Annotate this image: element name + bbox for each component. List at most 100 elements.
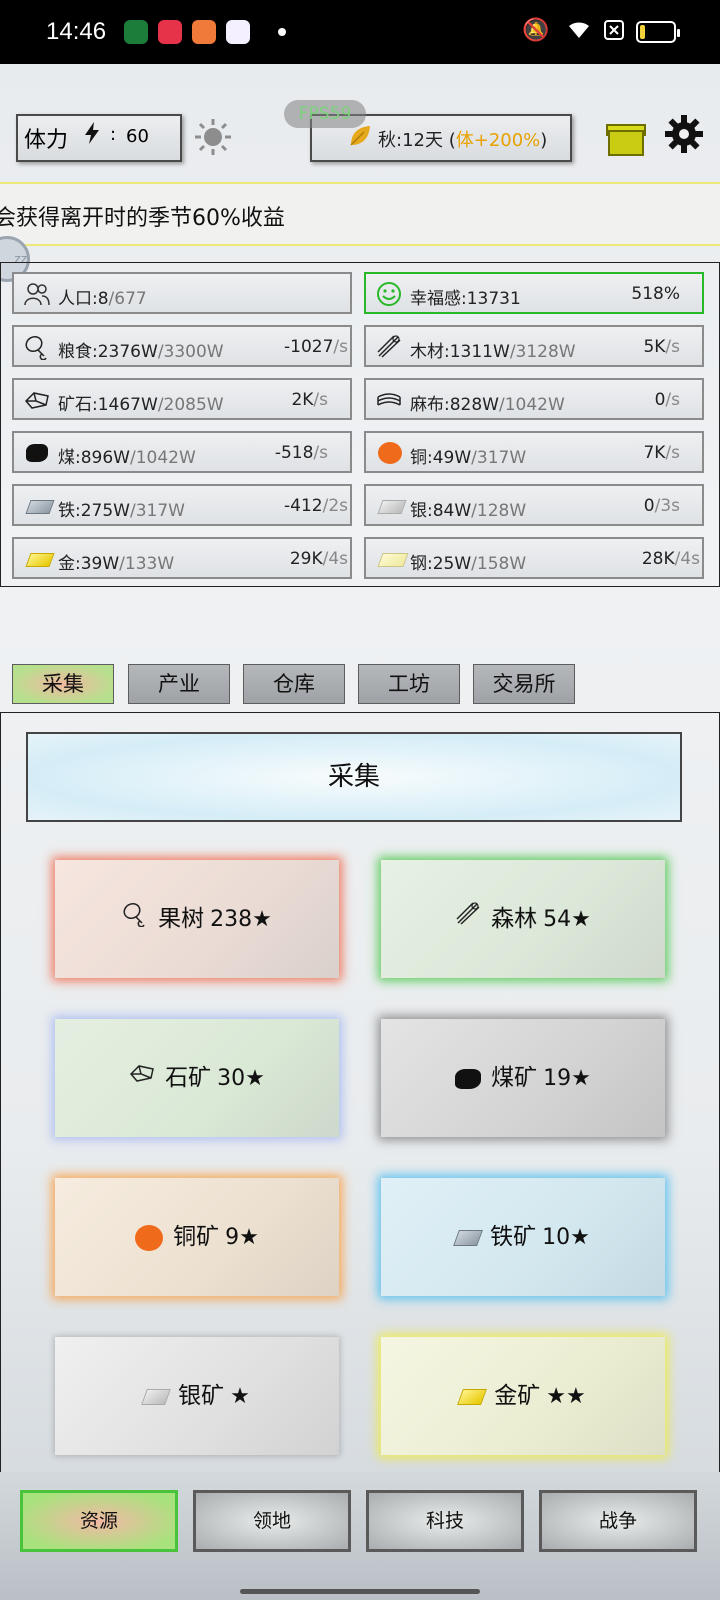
iron-icon <box>25 500 55 514</box>
resource-cap: /317W <box>129 501 185 521</box>
resource-name: 铜:49W <box>410 448 472 468</box>
gold-icon <box>457 1388 488 1405</box>
tile-label: 银矿 <box>178 1383 225 1409</box>
resource-steel[interactable]: 钢:25W/158W 28K/4s <box>364 537 704 579</box>
sim-off-icon <box>604 20 624 46</box>
settings-gear-icon[interactable] <box>664 114 704 164</box>
coal-icon <box>455 1068 482 1089</box>
notification-dot-icon <box>278 28 286 36</box>
resource-unit: /2s <box>322 496 348 516</box>
iron-icon <box>453 1229 484 1246</box>
resource-cap: /1042W <box>498 395 565 415</box>
season-text: 秋:12天 (体+200%) <box>378 126 547 152</box>
silver-icon <box>141 1388 172 1405</box>
resource-rate: 0 <box>643 496 655 516</box>
resource-name: 煤:896W <box>58 448 130 468</box>
nav-resources[interactable]: 资源 <box>20 1490 178 1552</box>
tile-label: 煤矿 <box>491 1065 538 1091</box>
season-bonus: 体+200% <box>455 130 541 151</box>
resource-food[interactable]: 粮食:2376W/3300W -1027/s <box>12 325 352 367</box>
resource-happiness[interactable]: 幸福感:13731 518% <box>364 272 704 314</box>
resource-copper[interactable]: 铜:49W/317W 7K/s <box>364 431 704 473</box>
gallery-app-icon <box>226 20 250 44</box>
leaf-icon <box>348 124 372 154</box>
tile-stars: 19★ <box>543 1066 591 1091</box>
tile-label: 果树 <box>158 906 205 932</box>
wood-icon <box>376 334 402 360</box>
resource-unit: /s <box>665 337 680 357</box>
nav-technology[interactable]: 科技 <box>366 1490 524 1552</box>
tile-coal-mine[interactable]: 煤矿 19★ <box>381 1019 665 1137</box>
tile-label: 铜矿 <box>173 1224 220 1250</box>
nav-war[interactable]: 战争 <box>539 1490 697 1552</box>
resource-rate: 29K <box>289 549 323 569</box>
resource-cap: /3300W <box>157 342 224 362</box>
tile-silver-mine[interactable]: 银矿 ★ <box>55 1337 339 1455</box>
resource-silver[interactable]: 银:84W/128W 0/3s <box>364 484 704 526</box>
video-app-icon <box>158 20 182 44</box>
ore-icon <box>24 387 50 413</box>
resource-cap: /158W <box>471 554 527 574</box>
tab-exchange[interactable]: 交易所 <box>473 664 575 704</box>
resource-rate: 2K <box>291 390 314 410</box>
resource-wood[interactable]: 木材:1311W/3128W 5K/s <box>364 325 704 367</box>
tile-stone-mine[interactable]: 石矿 30★ <box>55 1019 339 1137</box>
resource-gold[interactable]: 金:39W/133W 29K/4s <box>12 537 352 579</box>
tile-forest[interactable]: 森林 54★ <box>381 860 665 978</box>
resource-unit: /s <box>313 390 328 410</box>
steel-icon <box>377 553 409 567</box>
resource-cap: /2085W <box>157 395 224 415</box>
food-icon <box>122 861 148 979</box>
fps-counter: FPS59 <box>284 100 366 128</box>
tab-warehouse[interactable]: 仓库 <box>243 664 345 704</box>
resource-cloth[interactable]: 麻布:828W/1042W 0/s <box>364 378 704 420</box>
stamina-label: 体力 <box>24 128 69 153</box>
resource-name: 木材:1311W <box>410 342 510 362</box>
tile-iron-mine[interactable]: 铁矿 10★ <box>381 1178 665 1296</box>
resource-name: 人口:8 <box>58 289 109 309</box>
resource-unit: /s <box>665 443 680 463</box>
tile-stars: 54★ <box>543 907 591 932</box>
tile-copper-mine[interactable]: 铜矿 9★ <box>55 1178 339 1296</box>
tab-gather[interactable]: 采集 <box>12 664 114 704</box>
resource-cap: /317W <box>471 448 527 468</box>
tile-label: 石矿 <box>165 1065 212 1091</box>
resource-rate: -412 <box>284 496 323 516</box>
resource-rate: 7K <box>643 443 666 463</box>
resource-cap: /133W <box>119 554 175 574</box>
sun-icon[interactable] <box>194 118 232 165</box>
resource-population[interactable]: 人口:8/677 <box>12 272 352 314</box>
stamina-colon: : <box>110 124 117 145</box>
tile-stars: 9★ <box>225 1225 259 1250</box>
reader-app-icon <box>192 20 216 44</box>
resource-coal[interactable]: 煤:896W/1042W -518/s <box>12 431 352 473</box>
resource-rate: 5K <box>643 337 666 357</box>
tile-fruit-tree[interactable]: 果树 238★ <box>55 860 339 978</box>
tab-workshop[interactable]: 工坊 <box>358 664 460 704</box>
battery-icon <box>636 21 680 43</box>
gift-icon[interactable] <box>606 118 646 156</box>
stamina-display[interactable]: 体力 : 60 <box>16 114 182 162</box>
nav-territory[interactable]: 领地 <box>193 1490 351 1552</box>
tab-industry[interactable]: 产业 <box>128 664 230 704</box>
notice-banner: 会获得离开时的季节60%收益 <box>0 182 720 246</box>
ore-icon <box>129 1020 155 1138</box>
resource-iron[interactable]: 铁:275W/317W -412/2s <box>12 484 352 526</box>
resource-unit: /3s <box>654 496 680 516</box>
people-icon <box>24 281 50 307</box>
resource-name: 矿石:1467W <box>58 395 158 415</box>
resource-ore[interactable]: 矿石:1467W/2085W 2K/s <box>12 378 352 420</box>
season-paren-open: ( <box>448 130 456 151</box>
wifi-icon <box>566 18 592 46</box>
mute-icon: 🔕 <box>522 18 550 43</box>
resource-name: 麻布:828W <box>410 395 499 415</box>
resource-unit: /4s <box>322 549 348 569</box>
cloth-icon <box>376 387 402 413</box>
status-time: 14:46 <box>46 18 107 45</box>
tile-gold-mine[interactable]: 金矿 ★★ <box>381 1337 665 1455</box>
oppo-app-icon <box>124 20 148 44</box>
tile-stars: ★ <box>230 1384 250 1409</box>
home-indicator[interactable] <box>240 1589 480 1594</box>
resource-cap: /677 <box>108 289 147 309</box>
food-icon <box>24 334 50 361</box>
